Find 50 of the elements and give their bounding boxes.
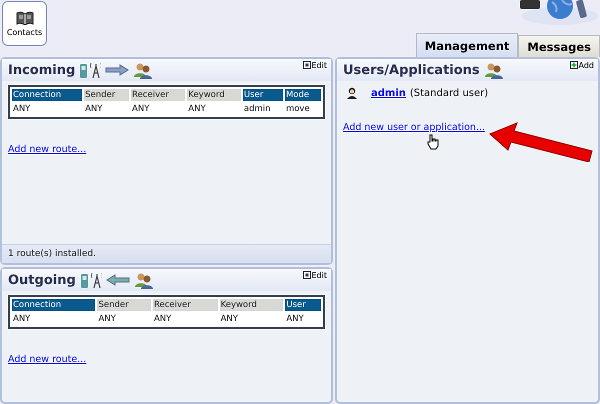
add-user-link[interactable]: Add new user or application... — [343, 122, 486, 133]
table-cell-text: ANY — [131, 103, 150, 115]
people-icon — [133, 62, 154, 78]
table-cell-text: move — [284, 103, 311, 115]
column-header: Receiver — [131, 89, 186, 101]
people-icon — [134, 272, 154, 288]
left-arrow-icon — [106, 274, 130, 286]
column-header: Connection — [12, 89, 82, 101]
column-header: Sender — [97, 299, 151, 311]
user-link[interactable]: admin — [371, 88, 406, 98]
edit-button[interactable]: Edit — [302, 61, 327, 70]
table-cell-text: ANY — [285, 313, 305, 325]
status-text: 1 route(s) installed. — [2, 244, 331, 263]
hand-cursor-icon — [427, 134, 439, 150]
add-button[interactable]: Add — [570, 61, 594, 70]
table-cell-text: ANY — [152, 313, 172, 325]
column-header: User — [242, 89, 283, 101]
column-header: Mode — [284, 89, 321, 101]
column-header: Receiver — [152, 299, 218, 311]
table-cell-text: ANY — [97, 313, 117, 325]
panel-title: Outgoing — [8, 272, 76, 288]
table-cell-text: ANY — [12, 313, 32, 325]
table-cell-text: ANY — [84, 103, 104, 115]
book-icon — [16, 10, 34, 24]
user-role: (Standard user) — [410, 88, 488, 98]
table-cell-text: ANY — [220, 313, 239, 325]
column-header: User — [285, 299, 321, 311]
column-header: Keyword — [220, 299, 284, 311]
add-icon — [570, 61, 578, 69]
table-cell-text: admin — [242, 103, 272, 115]
add-route-link[interactable]: Add new route... — [8, 354, 86, 365]
column-header: Keyword — [187, 89, 241, 101]
edit-icon — [302, 61, 310, 69]
table-cell-text: ANY — [187, 103, 207, 115]
people-icon — [484, 62, 504, 78]
tab[interactable]: Messages — [518, 35, 600, 57]
panel-title: Incoming — [8, 62, 76, 78]
edit-icon — [302, 271, 310, 279]
user-icon — [347, 87, 357, 99]
phone-tower-icon — [80, 271, 102, 289]
column-header: Connection — [12, 299, 96, 311]
table-cell-text: ANY — [12, 103, 32, 115]
tab[interactable]: Management — [416, 33, 518, 57]
right-arrow-icon — [105, 64, 130, 76]
phone-tower-icon — [79, 61, 102, 79]
add-route-link[interactable]: Add new route... — [8, 144, 86, 155]
edit-button[interactable]: Edit — [302, 271, 327, 280]
contacts-button[interactable]: Contacts — [2, 1, 47, 46]
column-header: Sender — [84, 89, 130, 101]
panel-title: Users/Applications — [343, 62, 480, 78]
